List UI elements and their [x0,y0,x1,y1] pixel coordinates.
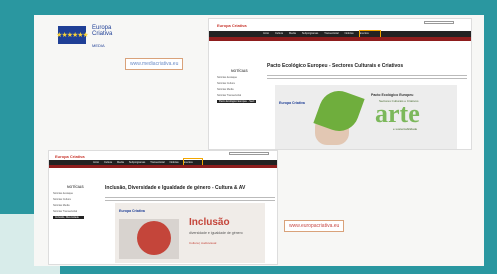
nav-item[interactable]: Subprogramas [129,161,145,164]
eu-flag-icon: ★★★★★★ [56,26,89,44]
sidebar-item[interactable]: Notícias Cultura [53,198,84,201]
brand-sub: MEDIA [92,43,105,48]
sidebar-item[interactable]: Notícias Transectorial [217,94,256,97]
nav-item[interactable]: Subprogramas [302,32,318,35]
nav-item[interactable]: Media [289,32,296,35]
hero-word-sub: e sustentabilidade [393,127,418,131]
hero-line: diversidade e igualdade de género [189,231,243,235]
body-text [267,75,467,81]
sidebar-item[interactable]: Notícias destaque [53,192,84,195]
sidebar: NOTÍCIAS Notícias destaque Notícias Cult… [217,69,257,106]
page-title: Inclusão, Diversidade e Igualdade de gén… [105,185,246,191]
nav-menu: Início Cultura Media Subprogramas Transe… [263,32,369,35]
nav-item[interactable]: Cultura [275,32,283,35]
search-input[interactable] [229,152,269,155]
hero-brand: Europa Criativa [279,101,305,105]
sidebar-item-active[interactable]: Pacto Ecológico Europeu - Sect [217,100,257,103]
url-link-right[interactable]: www.europacriativa.eu [284,220,345,232]
sidebar-heading: NOTÍCIAS [67,185,84,189]
sidebar-item[interactable]: Notícias Cultura [217,82,256,85]
nav-item[interactable]: Transectorial [324,32,338,35]
screenshot-pacto: Europa Criativa Início Cultura Media Sub… [208,18,472,150]
red-bar [49,165,277,168]
sidebar-item[interactable]: Notícias Media [53,204,84,207]
nav-menu: Início Cultura Media Subprogramas Transe… [93,161,193,164]
nav-item[interactable]: Cultura [104,161,112,164]
hero-image: Pacto Ecológico Europeu Sectores Cultura… [275,85,457,149]
screenshot-inclusao: Europa Criativa Início Cultura Media Sub… [48,150,278,265]
red-bar [209,37,471,41]
circle-graphic [137,221,171,255]
url-link-left[interactable]: www.mediacriativa.eu [125,58,184,70]
brand-line2: Criativa [92,31,113,37]
search-input[interactable] [424,21,454,24]
hero-word: Inclusão [189,217,230,228]
sidebar-item[interactable]: Notícias Transectorial [53,210,84,213]
sidebar-item-active[interactable]: Inclusão, Diversidade [53,216,84,219]
eu-stars: ★★★★★★ [56,32,89,39]
page-title: Pacto Ecológico Europeu - Sectores Cultu… [267,63,404,69]
nav-item[interactable]: Media [117,161,124,164]
hero-word: arte [375,99,420,128]
brand-name: Europa Criativa [92,25,112,37]
nav-item[interactable]: Transectorial [150,161,164,164]
nav-item[interactable]: Notícias [170,161,179,164]
nav-item[interactable]: Notícias [345,32,354,35]
sidebar: NOTÍCIAS Notícias destaque Notícias Cult… [53,185,84,222]
sidebar-heading: NOTÍCIAS [231,69,248,73]
nav-item[interactable]: Início [93,161,99,164]
nav-item[interactable]: Início [263,32,269,35]
sidebar-item[interactable]: Notícias destaque [217,76,256,79]
hero-image: Europa Criativa Inclusão diversidade e i… [115,203,265,263]
hero-strip: Cultura | Audiovisual [189,241,217,245]
hero-brand: Europa Criativa [119,209,145,213]
site-logo[interactable]: Europa Criativa [55,154,85,159]
hero-title: Pacto Ecológico Europeu [371,93,414,97]
sidebar-item[interactable]: Notícias Media [217,88,256,91]
site-logo[interactable]: Europa Criativa [217,23,247,28]
